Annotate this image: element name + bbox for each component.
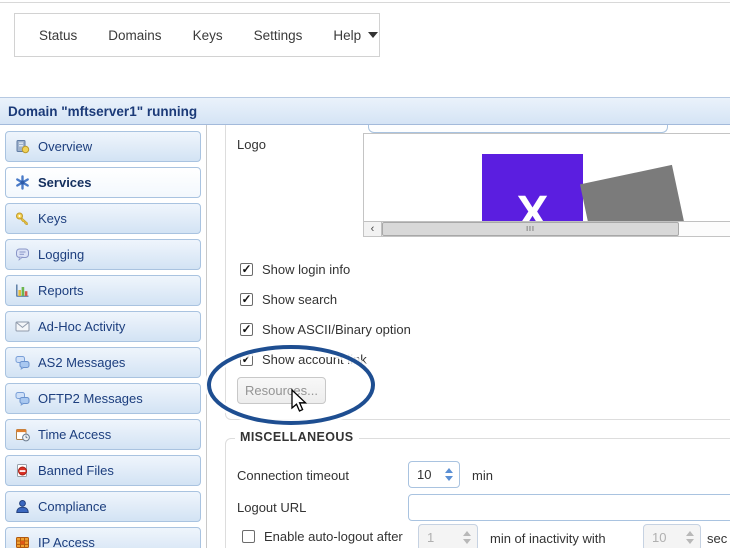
miscellaneous-legend: MISCELLANEOUS: [235, 430, 359, 444]
menu-help[interactable]: Help: [333, 28, 379, 43]
scroll-left-icon: ‹: [370, 223, 375, 235]
sidebar-item-label: Ad-Hoc Activity: [38, 319, 126, 334]
auto-logout-suffix-text: sec w: [707, 531, 730, 546]
show-search-checkbox[interactable]: ✓: [240, 293, 253, 306]
auto-logout-checkbox[interactable]: [242, 530, 255, 543]
banned-files-icon: [17, 464, 27, 477]
spinner-arrows-icon[interactable]: [443, 462, 455, 487]
as2-messages-icon: [15, 356, 30, 370]
menu-status[interactable]: Status: [39, 28, 77, 43]
ip-access-icon: [16, 537, 29, 548]
sidebar-item-banned-files[interactable]: Banned Files: [5, 455, 201, 486]
domain-status-bar: Domain "mftserver1" running: [0, 97, 730, 125]
show-ascii-binary-row: ✓ Show ASCII/Binary option: [240, 322, 411, 337]
oftp2-messages-icon: [15, 392, 30, 406]
reports-icon: [16, 284, 29, 297]
sidebar-item-label: AS2 Messages: [38, 355, 126, 370]
auto-logout-minutes-value: 1: [427, 530, 435, 545]
sidebar-item-label: Overview: [38, 139, 93, 154]
auto-logout-seconds-spinner: 10: [643, 524, 701, 548]
connection-timeout-value: 10: [417, 467, 432, 482]
sidebar-item-keys[interactable]: Keys: [5, 203, 201, 234]
sidebar-item-ip-access[interactable]: IP Access: [5, 527, 201, 548]
logo-horizontal-scrollbar: ‹ III: [364, 221, 730, 236]
sidebar-item-label: Banned Files: [38, 463, 114, 478]
scroll-left-button[interactable]: ‹: [364, 222, 382, 236]
sidebar-item-as2-messages[interactable]: AS2 Messages: [5, 347, 201, 378]
overview-icon: [16, 140, 30, 154]
sidebar-item-label: IP Access: [38, 535, 95, 548]
caret-down-icon: [368, 32, 379, 38]
scrollbar-track[interactable]: [679, 222, 730, 236]
auto-logout-seconds-value: 10: [652, 530, 667, 545]
menu-domains[interactable]: Domains: [108, 28, 161, 43]
auto-logout-row: Enable auto-logout after: [242, 529, 403, 544]
app-window: Status Domains Keys Settings Help Domain…: [0, 0, 730, 548]
sidebar-item-overview[interactable]: Overview: [5, 131, 201, 162]
show-search-label: Show search: [262, 292, 338, 307]
sidebar-item-compliance[interactable]: Compliance: [5, 491, 201, 522]
connection-timeout-label: Connection timeout: [237, 468, 350, 483]
sidebar-item-label: Logging: [38, 247, 85, 262]
auto-logout-minutes-spinner: 1: [418, 524, 478, 548]
sidebar-item-label: Services: [38, 175, 92, 190]
show-search-row: ✓ Show search: [240, 292, 337, 307]
domain-status-title: Domain "mftserver1" running: [8, 103, 198, 119]
spinner-arrows-icon: [461, 525, 473, 548]
auto-logout-middle-text: min of inactivity with: [490, 531, 606, 546]
show-account-link-label: Show account link: [262, 352, 367, 367]
time-access-icon: [16, 429, 30, 442]
sidebar-content-divider: [206, 125, 207, 548]
connection-timeout-unit: min: [472, 468, 493, 483]
menu-keys[interactable]: Keys: [193, 28, 223, 43]
show-account-link-row: ✓ Show account link: [240, 352, 367, 367]
scrollbar-thumb[interactable]: III: [382, 222, 679, 236]
show-login-info-row: ✓ Show login info: [240, 262, 350, 277]
main-menubar: Status Domains Keys Settings Help: [14, 13, 380, 57]
menu-settings[interactable]: Settings: [254, 28, 303, 43]
show-account-link-checkbox[interactable]: ✓: [240, 353, 253, 366]
sidebar-item-oftp2-messages[interactable]: OFTP2 Messages: [5, 383, 201, 414]
compliance-icon: [16, 500, 29, 513]
logout-url-label: Logout URL: [237, 500, 307, 515]
sidebar-item-logging[interactable]: Logging: [5, 239, 201, 270]
services-icon: [16, 175, 29, 190]
spinner-arrows-icon: [684, 525, 696, 548]
scrollbar-grip-icon: III: [526, 225, 535, 233]
sidebar-item-label: Keys: [38, 211, 67, 226]
sidebar-item-label: OFTP2 Messages: [38, 391, 143, 406]
sidebar-item-reports[interactable]: Reports: [5, 275, 201, 306]
show-login-info-label: Show login info: [262, 262, 351, 277]
connection-timeout-spinner[interactable]: 10: [408, 461, 460, 488]
show-login-info-checkbox[interactable]: ✓: [240, 263, 253, 276]
sidebar-item-adhoc-activity[interactable]: Ad-Hoc Activity: [5, 311, 201, 342]
show-ascii-binary-label: Show ASCII/Binary option: [262, 322, 411, 337]
logout-url-input[interactable]: [408, 494, 730, 521]
logo-label: Logo: [237, 137, 266, 152]
keys-icon: [16, 212, 28, 225]
window-top-divider: [0, 2, 730, 3]
adhoc-activity-icon: [15, 321, 30, 332]
show-ascii-binary-checkbox[interactable]: ✓: [240, 323, 253, 336]
sidebar-item-label: Reports: [38, 283, 84, 298]
sidebar-item-label: Time Access: [38, 427, 112, 442]
sidebar-item-label: Compliance: [38, 499, 107, 514]
logging-icon: [16, 248, 29, 261]
resources-button[interactable]: Resources...: [237, 377, 326, 404]
sidebar-item-time-access[interactable]: Time Access: [5, 419, 201, 450]
logo-preview-panel: X ‹ III: [363, 133, 730, 237]
sidebar-item-services[interactable]: Services: [5, 167, 201, 198]
sidebar-nav: Overview Services Keys Logging Reports A…: [5, 131, 201, 548]
auto-logout-label: Enable auto-logout after: [264, 529, 403, 544]
